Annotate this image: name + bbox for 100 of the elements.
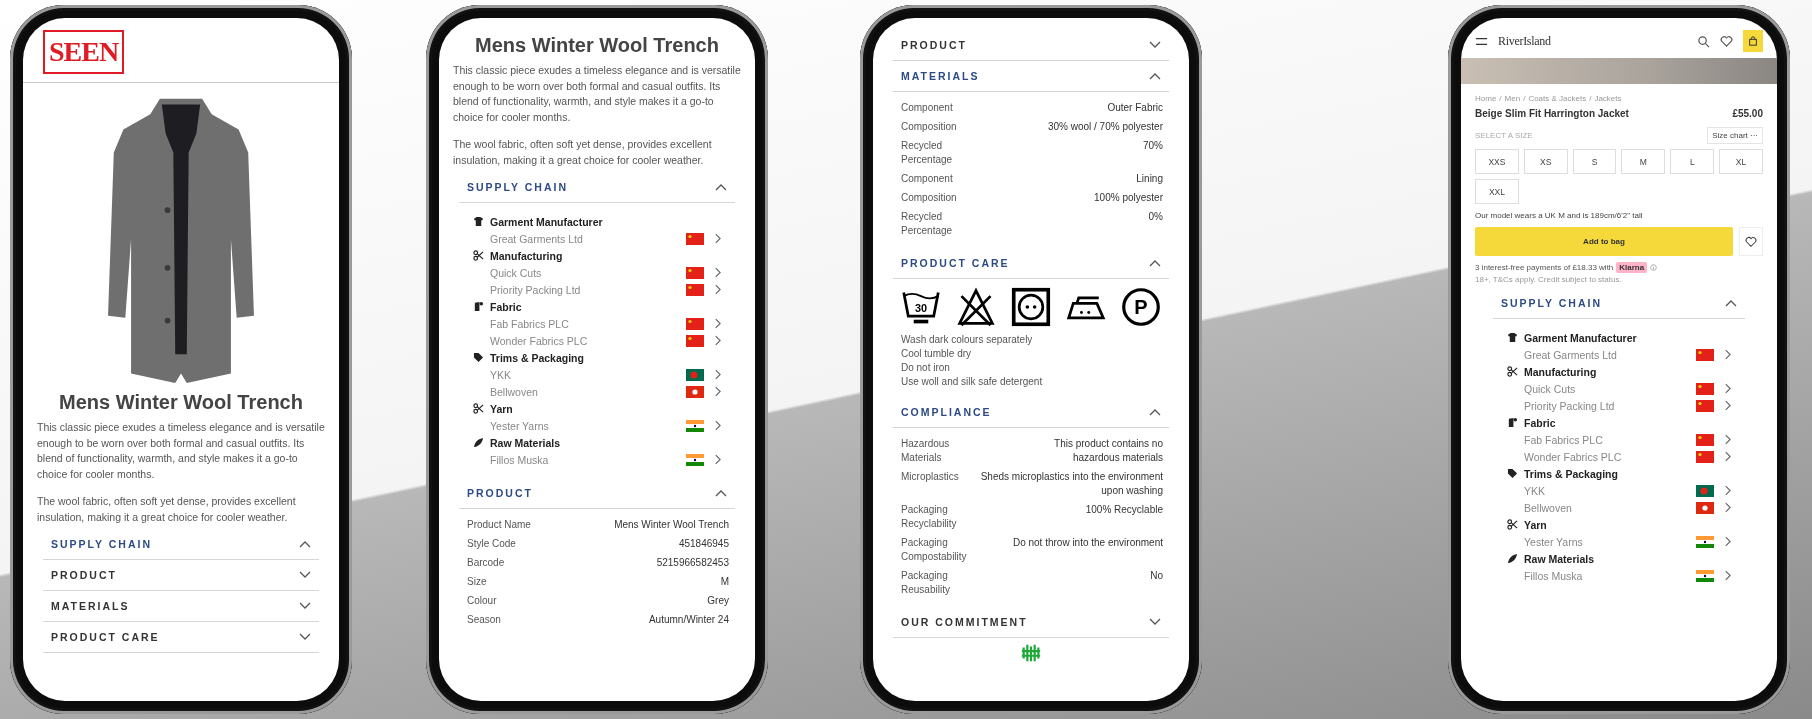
size-option[interactable]: M bbox=[1621, 149, 1666, 174]
property-label: Size bbox=[467, 574, 487, 589]
add-to-bag-button[interactable]: Add to bag bbox=[1475, 227, 1733, 256]
property-value: Lining bbox=[1136, 171, 1163, 186]
flag-icon bbox=[1696, 433, 1714, 446]
product-title: Mens Winter Wool Trench bbox=[474, 34, 720, 57]
supplier-name[interactable]: Fab Fabrics PLC bbox=[1524, 433, 1696, 446]
brand-logo[interactable]: SEEN bbox=[43, 30, 125, 74]
chevron-right-icon[interactable] bbox=[1724, 434, 1731, 445]
supplier-name[interactable]: Priority Packing Ltd bbox=[490, 283, 686, 296]
chevron-right-icon[interactable] bbox=[1724, 536, 1731, 547]
property-label: Component bbox=[901, 171, 953, 186]
supplier-name[interactable]: Priority Packing Ltd bbox=[1524, 399, 1696, 412]
accordion-header[interactable]: MATERIALS bbox=[893, 61, 1169, 92]
flag-icon bbox=[1696, 450, 1714, 463]
chevron-right-icon[interactable] bbox=[714, 318, 721, 329]
care-instruction: Use woll and silk safe detergent bbox=[901, 375, 1044, 389]
supplier-name[interactable]: Fab Fabrics PLC bbox=[490, 317, 686, 330]
supplier-name[interactable]: Yester Yarns bbox=[490, 419, 686, 432]
chevron-right-icon[interactable] bbox=[1724, 383, 1731, 394]
bag-button[interactable] bbox=[1743, 30, 1763, 52]
chevron-right-icon[interactable] bbox=[714, 267, 721, 278]
accordion-header[interactable]: MATERIALS bbox=[43, 591, 319, 622]
heart-icon[interactable] bbox=[1720, 34, 1733, 48]
supplier-name[interactable]: Wonder Fabrics PLC bbox=[1524, 450, 1696, 463]
shirt-icon bbox=[1507, 332, 1518, 343]
accordion-header[interactable]: PRODUCT bbox=[459, 478, 735, 509]
chevron-right-icon[interactable] bbox=[1724, 570, 1731, 581]
property-label: Composition bbox=[901, 119, 957, 134]
chevron-right-icon[interactable] bbox=[1724, 502, 1731, 513]
supplier-name[interactable]: Wonder Fabrics PLC bbox=[490, 334, 686, 347]
wishlist-button[interactable] bbox=[1739, 227, 1763, 256]
chevron-up-icon bbox=[1149, 72, 1161, 80]
accordion-header[interactable]: COMPLIANCE bbox=[893, 397, 1169, 428]
flag-icon bbox=[1696, 348, 1714, 361]
property-label: Product Name bbox=[467, 517, 531, 532]
chevron-right-icon[interactable] bbox=[1724, 400, 1731, 411]
supplier-name[interactable]: Yester Yarns bbox=[1524, 535, 1696, 548]
flag-icon bbox=[1696, 501, 1714, 514]
size-option[interactable]: XXL bbox=[1475, 179, 1519, 204]
size-option[interactable]: L bbox=[1670, 149, 1715, 174]
supply-stage-label: Fabric bbox=[490, 300, 522, 313]
supplier-name[interactable]: Fillos Muska bbox=[1524, 569, 1696, 582]
heart-icon bbox=[1745, 235, 1757, 248]
terms-text: 18+, T&Cs apply. Credit subject to status. bbox=[1475, 275, 1622, 284]
chevron-right-icon[interactable] bbox=[1724, 349, 1731, 360]
size-option[interactable]: XXS bbox=[1475, 149, 1519, 174]
accordion-header[interactable]: PRODUCT CARE bbox=[43, 622, 319, 653]
payment-text: 3 interest-free payments of £18.33 with bbox=[1475, 263, 1614, 272]
supplier-name[interactable]: Quick Cuts bbox=[1524, 382, 1696, 395]
chevron-right-icon[interactable] bbox=[714, 454, 721, 465]
supplier-name[interactable]: Bellwoven bbox=[490, 385, 686, 398]
property-value: Sheds microplastics into the environment upon washing bbox=[979, 469, 1163, 498]
size-option[interactable]: XS bbox=[1523, 149, 1568, 174]
supplier-name[interactable]: Fillos Muska bbox=[490, 453, 686, 466]
property-label: Style Code bbox=[467, 536, 516, 551]
accordion-header[interactable]: SUPPLY CHAIN bbox=[43, 529, 319, 560]
chevron-right-icon[interactable] bbox=[1724, 451, 1731, 462]
property-value: No bbox=[1150, 568, 1163, 583]
dry-clean-icon: P bbox=[1121, 287, 1161, 327]
shirt-icon bbox=[473, 216, 484, 227]
chevron-right-icon[interactable] bbox=[1724, 485, 1731, 496]
breadcrumb-link[interactable]: Jackets bbox=[1594, 94, 1622, 103]
accordion-header[interactable]: PRODUCT bbox=[893, 30, 1169, 61]
chevron-right-icon[interactable] bbox=[714, 386, 721, 397]
accordion-header[interactable]: PRODUCT bbox=[43, 560, 319, 591]
supplier-name[interactable]: Great Garments Ltd bbox=[1524, 348, 1696, 361]
search-icon[interactable] bbox=[1697, 34, 1710, 48]
care-instruction: Wash dark colours separately bbox=[901, 333, 1034, 347]
breadcrumb-link[interactable]: Men bbox=[1504, 94, 1521, 103]
supplier-name[interactable]: Quick Cuts bbox=[490, 266, 686, 279]
chevron-right-icon[interactable] bbox=[714, 420, 721, 431]
size-label: SELECT A SIZE bbox=[1475, 131, 1533, 140]
chevron-right-icon[interactable] bbox=[714, 233, 721, 244]
flag-icon bbox=[1696, 399, 1714, 412]
supplier-name[interactable]: Bellwoven bbox=[1524, 501, 1696, 514]
supplier-name[interactable]: YKK bbox=[1524, 484, 1696, 497]
flag-icon bbox=[1696, 382, 1714, 395]
care-instruction: Cool tumble dry bbox=[901, 347, 973, 361]
chevron-up-icon bbox=[1725, 299, 1737, 307]
accordion-header[interactable]: PRODUCT CARE bbox=[893, 248, 1169, 279]
chevron-right-icon[interactable] bbox=[714, 335, 721, 346]
size-chart-button[interactable]: Size chart ··· bbox=[1707, 127, 1763, 144]
scissors-icon bbox=[473, 403, 484, 414]
fabric-roll-icon bbox=[473, 301, 484, 312]
accordion-header[interactable]: OUR COMMITMENT bbox=[893, 607, 1169, 638]
size-option[interactable]: S bbox=[1572, 149, 1617, 174]
accordion-header[interactable]: SUPPLY CHAIN bbox=[1493, 288, 1745, 319]
flag-icon bbox=[1696, 535, 1714, 548]
size-option[interactable]: XL bbox=[1719, 149, 1763, 174]
chevron-down-icon bbox=[1149, 618, 1161, 626]
brand-logo[interactable]: RiverIsland bbox=[1498, 33, 1551, 49]
breadcrumb-link[interactable]: Coats & Jackets bbox=[1528, 94, 1587, 103]
chevron-right-icon[interactable] bbox=[714, 284, 721, 295]
accordion-header[interactable]: SUPPLY CHAIN bbox=[459, 172, 735, 203]
property-label: Colour bbox=[467, 593, 497, 608]
breadcrumb-link[interactable]: Home bbox=[1475, 94, 1497, 103]
chevron-right-icon[interactable] bbox=[714, 369, 721, 380]
supplier-name[interactable]: YKK bbox=[490, 368, 686, 381]
supplier-name[interactable]: Great Garments Ltd bbox=[490, 232, 686, 245]
